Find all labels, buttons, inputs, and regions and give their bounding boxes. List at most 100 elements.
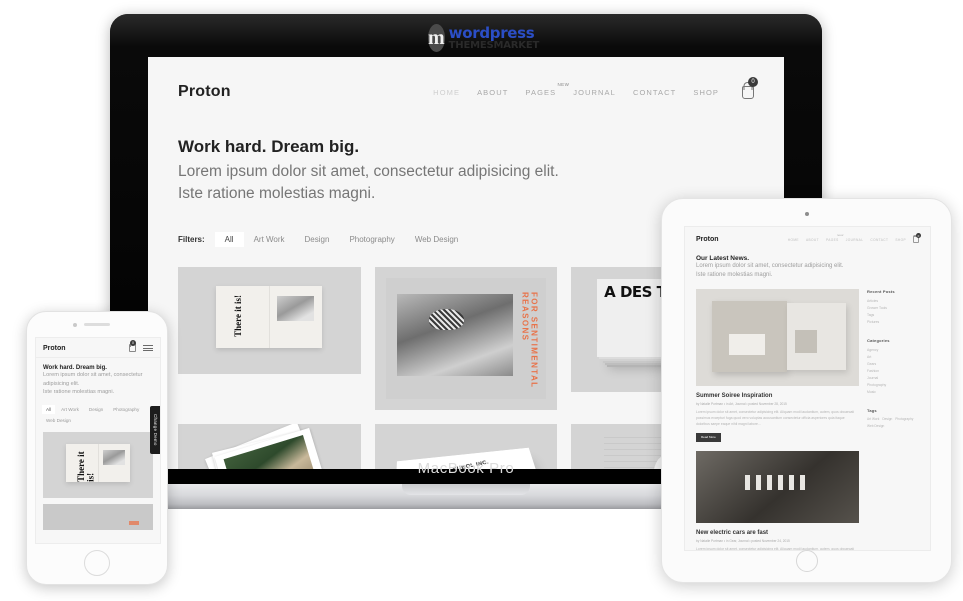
site-brand[interactable]: Proton bbox=[178, 83, 231, 101]
tablet-blog-heading: Our Latest News. bbox=[696, 255, 750, 262]
tablet-nav-item-pages[interactable]: PAGES NEW bbox=[825, 235, 843, 242]
shopping-bag-icon bbox=[742, 85, 754, 99]
tag-item[interactable]: Art Work bbox=[867, 417, 879, 421]
tag-item[interactable]: Web Design bbox=[867, 424, 884, 428]
nav-label: SHOP bbox=[693, 87, 719, 97]
tablet-post-1-image[interactable] bbox=[696, 289, 859, 386]
tablet-nav-item-shop[interactable]: SHOP bbox=[895, 238, 906, 242]
tablet-nav-item-contact[interactable]: CONTACT bbox=[870, 238, 888, 242]
tablet-sidebar: Recent Posts Articles Grower Tools Tags … bbox=[867, 289, 919, 550]
cart-button[interactable]: 0 bbox=[742, 76, 758, 99]
tablet-nav-item-about[interactable]: ABOUT bbox=[806, 238, 819, 242]
phone-filter-web-design[interactable]: Web Design bbox=[42, 416, 75, 425]
hero-heading: Work hard. Dream big. bbox=[178, 137, 360, 156]
filter-all[interactable]: All bbox=[214, 231, 244, 247]
tablet-post-1-title[interactable]: Summer Soiree Inspiration bbox=[696, 393, 859, 399]
widget-title: Categories bbox=[867, 337, 890, 343]
tag-item[interactable]: Design bbox=[882, 417, 892, 421]
cart-count-badge: 0 bbox=[748, 76, 758, 87]
hero-section: Work hard. Dream big. Lorem ipsum dolor … bbox=[148, 101, 784, 206]
nav-label: PAGES bbox=[525, 87, 557, 97]
tablet-nav-item-home[interactable]: HOME bbox=[788, 238, 799, 242]
nav-item-journal[interactable]: JOURNAL bbox=[573, 88, 616, 97]
phone-site-header: Proton 0 bbox=[36, 338, 160, 358]
book-photo bbox=[277, 296, 314, 321]
phone-header-actions: 0 bbox=[129, 340, 153, 352]
poster-artwork: FOR SENTIMENTAL REASONS bbox=[385, 278, 547, 399]
nav-item-shop[interactable]: SHOP bbox=[693, 88, 719, 97]
tablet-site-brand[interactable]: Proton bbox=[696, 236, 719, 243]
list-item[interactable]: Articles bbox=[867, 298, 919, 305]
widget-list: Articles Grower Tools Tags Pictures bbox=[867, 298, 919, 327]
phone-hero-line-1: Lorem ipsum dolor sit amet, consectetur … bbox=[43, 372, 143, 387]
phone-filter-art-work[interactable]: Art Work bbox=[57, 405, 83, 414]
book-photo bbox=[102, 449, 125, 466]
wordpress-themesmarket-watermark: m wordpress THEMESMARKET bbox=[428, 22, 539, 54]
nav-item-contact[interactable]: CONTACT bbox=[633, 88, 676, 97]
change-demo-tab[interactable]: Change Demo bbox=[150, 406, 160, 454]
widget-tags: Tags Art Work Design Photography Web Des… bbox=[867, 408, 919, 428]
tablet-camera-icon bbox=[804, 212, 809, 216]
list-item[interactable]: Fashion bbox=[867, 368, 919, 375]
phone-book-artwork: There it is! bbox=[66, 443, 130, 483]
ipad-mockup: Proton HOME ABOUT PAGES NEW JOURNAL CONTA… bbox=[661, 198, 952, 583]
nav-label: ABOUT bbox=[477, 87, 509, 97]
list-item[interactable]: Grower Tools bbox=[867, 305, 919, 312]
list-item[interactable]: Art bbox=[867, 354, 919, 361]
phone-filter-all[interactable]: All bbox=[42, 404, 56, 414]
phone-speaker-icon bbox=[84, 323, 110, 326]
tablet-new-badge: NEW bbox=[837, 234, 844, 237]
list-item[interactable]: Photography bbox=[867, 382, 919, 389]
change-demo-label: Change Demo bbox=[153, 414, 158, 446]
nav-item-pages[interactable]: PAGES NEW bbox=[525, 82, 568, 97]
tablet-post-1-excerpt: Lorem ipsum dolor sit amet, consectetur … bbox=[696, 410, 855, 426]
list-item[interactable]: Journal bbox=[867, 375, 919, 382]
tablet-post-2-title[interactable]: New electric cars are fast bbox=[696, 530, 859, 536]
phone-portfolio-item-book-mockup[interactable]: There it is! bbox=[43, 431, 153, 498]
tablet-post-2-meta: by Natalie Portman • in Gear, Journal • … bbox=[696, 538, 790, 543]
nav-label: JOURNAL bbox=[573, 87, 616, 97]
tablet-nav-item-journal[interactable]: JOURNAL bbox=[846, 238, 864, 242]
list-item[interactable]: Pictures bbox=[867, 319, 919, 326]
phone-filter-design[interactable]: Design bbox=[85, 405, 107, 414]
tablet-post-2-image[interactable] bbox=[696, 450, 859, 523]
tablet-screen: Proton HOME ABOUT PAGES NEW JOURNAL CONTA… bbox=[684, 226, 931, 551]
watermark-line-1: wordpress bbox=[448, 23, 535, 42]
tablet-site-header: Proton HOME ABOUT PAGES NEW JOURNAL CONTA… bbox=[685, 227, 930, 243]
filter-design[interactable]: Design bbox=[295, 232, 340, 247]
widget-title: Tags bbox=[867, 407, 877, 413]
phone-portfolio-item-next[interactable] bbox=[43, 503, 153, 530]
nav-item-about[interactable]: ABOUT bbox=[477, 88, 508, 97]
book-right-page bbox=[99, 444, 130, 482]
nav-item-home[interactable]: HOME bbox=[433, 88, 460, 97]
phone-screen: Proton 0 Work hard. Dream big. Lorem ips… bbox=[35, 337, 161, 544]
tablet-nav-label: PAGES bbox=[825, 237, 839, 242]
book-caption: There it is! bbox=[75, 451, 96, 483]
list-item[interactable]: Music bbox=[867, 389, 919, 396]
hamburger-menu-icon[interactable] bbox=[143, 345, 153, 351]
list-item[interactable]: Agency bbox=[867, 347, 919, 354]
iphone-mockup: Proton 0 Work hard. Dream big. Lorem ips… bbox=[26, 311, 168, 585]
book-right-page bbox=[270, 286, 322, 348]
filter-art-work[interactable]: Art Work bbox=[244, 232, 295, 247]
phone-site-brand[interactable]: Proton bbox=[43, 345, 66, 352]
phone-hero-line-2: Iste ratione molestias magni. bbox=[43, 389, 115, 396]
nav-label: HOME bbox=[433, 87, 461, 97]
phone-cart-count-badge: 0 bbox=[130, 340, 136, 346]
filter-photography[interactable]: Photography bbox=[339, 232, 404, 247]
tablet-home-button[interactable] bbox=[795, 550, 818, 572]
tag-item[interactable]: Photography bbox=[895, 417, 913, 421]
phone-portfolio-filters: All Art Work Design Photography Web Desi… bbox=[36, 397, 160, 425]
new-badge: NEW bbox=[557, 81, 570, 87]
portfolio-item-book-mockup[interactable]: There it is! bbox=[178, 266, 361, 374]
book-left-page: There it is! bbox=[216, 286, 270, 349]
list-item[interactable]: Tags bbox=[867, 312, 919, 319]
phone-hero-section: Work hard. Dream big. Lorem ipsum dolor … bbox=[36, 358, 160, 397]
portfolio-item-sentimental-poster[interactable]: FOR SENTIMENTAL REASONS bbox=[374, 266, 558, 410]
read-more-button[interactable]: Read More bbox=[696, 432, 721, 442]
list-item[interactable]: Gears bbox=[867, 361, 919, 368]
tablet-blog-line-2: Iste ratione molestias magni. bbox=[696, 272, 773, 278]
phone-home-button[interactable] bbox=[84, 550, 110, 576]
phone-filter-photography[interactable]: Photography bbox=[109, 405, 143, 414]
filter-web-design[interactable]: Web Design bbox=[405, 232, 468, 247]
